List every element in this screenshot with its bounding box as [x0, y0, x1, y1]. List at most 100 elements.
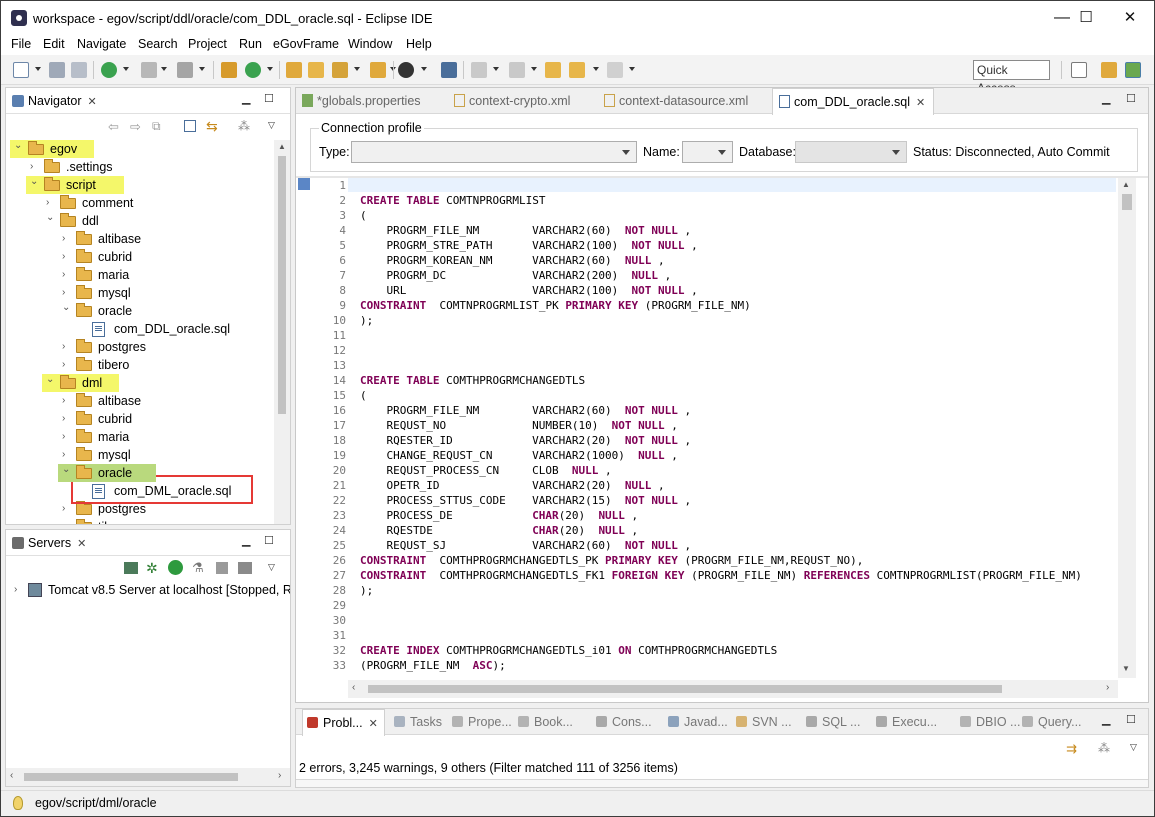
publish-server-icon[interactable]	[238, 562, 252, 574]
menu-project[interactable]: Project	[188, 37, 227, 51]
servers-scroll-thumb[interactable]	[24, 773, 238, 781]
forward-dropdown-icon[interactable]	[629, 67, 635, 71]
open-perspective-icon[interactable]	[1071, 62, 1087, 78]
minimize-icon[interactable]: ▁	[242, 92, 250, 105]
expand-arrow-icon[interactable]: ›	[62, 356, 72, 374]
quick-access-field[interactable]: Quick Access	[973, 60, 1050, 95]
search-tool-icon[interactable]	[332, 62, 348, 78]
bottom-tab[interactable]: Prope...	[452, 715, 512, 729]
scroll-left-icon[interactable]: ‹	[10, 770, 13, 781]
open-folder-icon[interactable]	[308, 62, 324, 78]
collapse-all-icon[interactable]	[184, 120, 196, 132]
tree-item-folder[interactable]: › postgres	[6, 338, 274, 356]
tree-item-folder[interactable]: › tibero	[6, 518, 274, 524]
menu-run[interactable]: Run	[239, 37, 262, 51]
bottom-tab[interactable]: Javad...	[668, 715, 728, 729]
expand-arrow-icon[interactable]: ›	[62, 248, 72, 266]
editor-vscrollbar[interactable]: ▲ ▼	[1118, 178, 1136, 678]
next-annotation-icon[interactable]	[471, 62, 487, 78]
close-icon[interactable]: ✕	[88, 96, 97, 108]
egov-icon[interactable]	[398, 62, 414, 78]
tab-servers[interactable]: Servers ✕	[12, 536, 86, 550]
tree-item-folder[interactable]: › cubrid	[6, 410, 274, 428]
back-dropdown-icon[interactable]	[593, 67, 599, 71]
expand-arrow-icon[interactable]: ›	[62, 266, 72, 284]
tab-navigator[interactable]: Navigator ✕	[12, 94, 97, 108]
collapse-arrow-icon[interactable]: ⌄	[62, 461, 72, 479]
run-dropdown-icon[interactable]	[267, 67, 273, 71]
up-icon[interactable]: ⧉	[152, 119, 161, 134]
bottom-tab[interactable]: Execu...	[876, 715, 937, 729]
maximize-icon[interactable]: ☐	[1126, 713, 1136, 726]
menu-help[interactable]: Help	[406, 37, 432, 51]
tree-item-folder[interactable]: › altibase	[6, 392, 274, 410]
tree-item-folder[interactable]: › mysql	[6, 284, 274, 302]
tree-item-folder[interactable]: › altibase	[6, 230, 274, 248]
bottom-tab[interactable]: SVN ...	[736, 715, 792, 729]
tab-context-datasource[interactable]: context-datasource.xml	[604, 94, 748, 108]
expand-arrow-icon[interactable]: ›	[62, 410, 72, 428]
tab-context-crypto[interactable]: context-crypto.xml	[454, 94, 570, 108]
menu-file[interactable]: File	[11, 37, 31, 51]
bottom-tab[interactable]: Query...	[1022, 715, 1082, 729]
run-icon[interactable]	[245, 62, 261, 78]
editor-hscroll-thumb[interactable]	[368, 685, 1002, 693]
database-select[interactable]	[795, 141, 907, 163]
debug-server-icon[interactable]: ✲	[146, 560, 158, 577]
tree-item-folder[interactable]: › maria	[6, 428, 274, 446]
tree-item-folder[interactable]: ⌄ oracle	[6, 464, 274, 482]
collapse-arrow-icon[interactable]: ⌄	[62, 299, 72, 317]
egov-dropdown-icon[interactable]	[421, 67, 427, 71]
tab-com-ddl-oracle[interactable]: com_DDL_oracle.sql ✕	[772, 88, 935, 115]
editor-vscroll-thumb[interactable]	[1122, 194, 1132, 210]
save-all-icon[interactable]	[71, 62, 87, 78]
disconnect-dropdown-icon[interactable]	[199, 67, 205, 71]
collapse-arrow-icon[interactable]: ⌄	[14, 140, 24, 155]
scroll-right-icon[interactable]: ›	[278, 770, 281, 781]
tree-item-folder[interactable]: › mysql	[6, 446, 274, 464]
terminate-icon[interactable]	[141, 62, 157, 78]
menu-navigate[interactable]: Navigate	[77, 37, 126, 51]
open-type-icon[interactable]	[286, 62, 302, 78]
expand-arrow-icon[interactable]: ›	[62, 230, 72, 248]
close-icon[interactable]: ✕	[369, 718, 378, 730]
bottom-tab[interactable]: SQL ...	[806, 715, 860, 729]
prev-annotation-dropdown-icon[interactable]	[531, 67, 537, 71]
menu-window[interactable]: Window	[348, 37, 392, 51]
search-dropdown-icon[interactable]	[354, 67, 360, 71]
expand-arrow-icon[interactable]: ›	[14, 581, 17, 599]
close-button[interactable]: ✕	[1107, 1, 1153, 35]
debug-dropdown-icon[interactable]	[123, 67, 129, 71]
tree-item-folder[interactable]: ⌄ ddl	[6, 212, 274, 230]
new-server-icon[interactable]	[124, 562, 138, 574]
package-icon[interactable]	[221, 62, 237, 78]
maximize-button[interactable]: ☐	[1063, 1, 1109, 35]
collapse-arrow-icon[interactable]: ⌄	[46, 209, 56, 227]
menu-search[interactable]: Search	[138, 37, 178, 51]
profile-server-icon[interactable]: ⚗	[192, 560, 204, 576]
tree-item-folder[interactable]: › .settings	[6, 158, 274, 176]
scroll-right-icon[interactable]: ›	[1106, 682, 1109, 693]
maximize-icon[interactable]: ☐	[264, 92, 274, 105]
scroll-down-icon[interactable]: ▼	[1122, 664, 1130, 673]
expand-arrow-icon[interactable]: ›	[62, 518, 72, 524]
bottom-tab[interactable]: Probl... ✕	[302, 709, 385, 736]
debug-icon[interactable]	[101, 62, 117, 78]
menu-edit[interactable]: Edit	[43, 37, 65, 51]
maximize-icon[interactable]: ☐	[1126, 92, 1136, 105]
tree-item-file[interactable]: com_DDL_oracle.sql	[6, 320, 274, 338]
focus-icon[interactable]: ⇉	[1066, 741, 1077, 757]
tree-item-folder[interactable]: › maria	[6, 266, 274, 284]
collapse-arrow-icon[interactable]: ⌄	[30, 173, 40, 191]
tree-item-folder[interactable]: ⌄ script	[6, 176, 274, 194]
task-icon[interactable]	[370, 62, 386, 78]
minimize-icon[interactable]: ▁	[242, 534, 250, 547]
tree-item-folder[interactable]: ⌄ oracle	[6, 302, 274, 320]
tab-globals-properties[interactable]: *globals.properties	[302, 94, 421, 108]
link-editor-icon[interactable]: ⇆	[206, 118, 218, 135]
servers-hscrollbar[interactable]: ‹ ›	[6, 768, 290, 786]
minimize-icon[interactable]: ▁	[1102, 713, 1110, 726]
filter-icon[interactable]: ⁂	[238, 119, 250, 133]
close-icon[interactable]: ✕	[77, 538, 86, 550]
bottom-tab[interactable]: Cons...	[596, 715, 652, 729]
